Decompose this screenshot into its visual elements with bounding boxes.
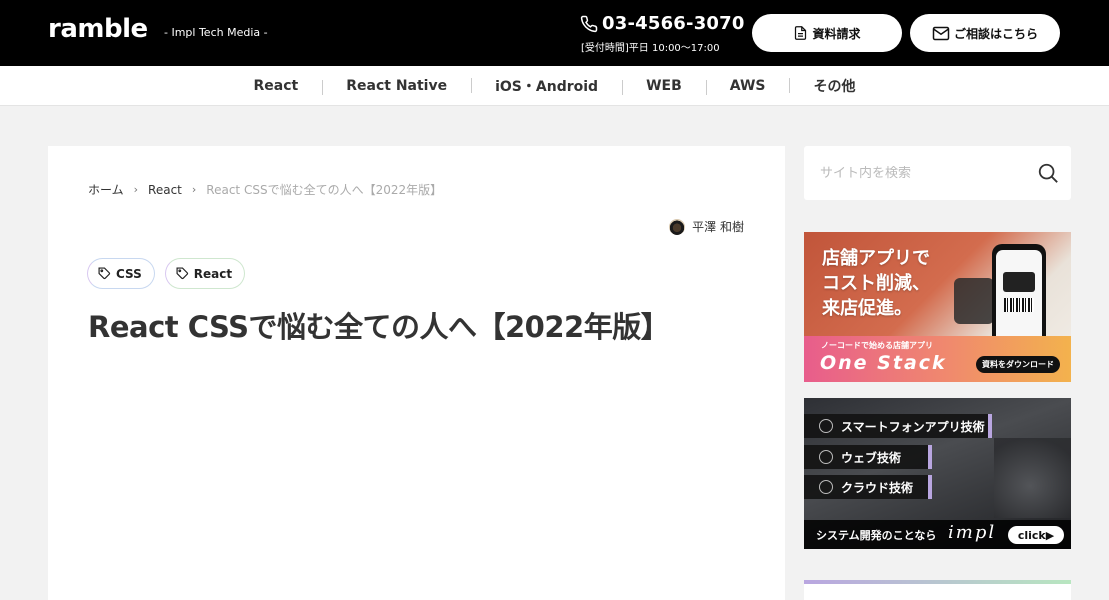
service-item-smartphone: スマートフォンアプリ技術 [804, 414, 992, 438]
breadcrumb: ホーム › React › React CSSで悩む全ての人へ【2022年版】 [88, 181, 442, 198]
request-docs-button[interactable]: 資料請求 [752, 14, 902, 52]
keyboard-photo [994, 438, 1071, 518]
search-icon[interactable] [1037, 162, 1059, 184]
widget-accent-bar [804, 580, 1071, 584]
search-box [804, 146, 1071, 200]
site-logo[interactable]: ramble [48, 14, 148, 44]
phone-number[interactable]: 03-4566-3070 [602, 13, 745, 34]
cloud-icon [819, 480, 833, 494]
nav-item-aws[interactable]: AWS [705, 78, 790, 95]
contact-button[interactable]: ご相談はこちら [910, 14, 1060, 52]
contact-label: ご相談はこちら [953, 26, 1038, 41]
search-input[interactable] [820, 165, 1020, 181]
tag-icon [176, 267, 188, 280]
sidebar-widget [804, 580, 1071, 600]
request-docs-label: 資料請求 [812, 26, 861, 41]
article-card: ホーム › React › React CSSで悩む全ての人へ【2022年版】 … [48, 146, 785, 600]
article-title: React CSSで悩む全ての人へ【2022年版】 [88, 310, 670, 344]
avatar [669, 218, 686, 235]
nav-item-web[interactable]: WEB [622, 78, 706, 95]
banner-headline: 店舗アプリで コスト削減、 来店促進。 [822, 248, 930, 319]
impl-logo: impl [948, 522, 997, 543]
impl-services-banner[interactable]: スマートフォンアプリ技術 ウェブ技術 クラウド技術 システム開発のことなら im… [804, 398, 1071, 549]
breadcrumb-home[interactable]: ホーム [88, 181, 124, 198]
tag-label: React [193, 266, 233, 281]
download-docs-button[interactable]: 資料をダウンロード [976, 356, 1060, 373]
document-icon [795, 26, 807, 40]
author-name: 平澤 和樹 [692, 220, 744, 234]
nav-item-react[interactable]: React [230, 78, 323, 94]
tag-label: CSS [116, 266, 142, 281]
business-hours: [受付時間]平日 10:00〜17:00 [581, 43, 720, 54]
nav-item-react-native[interactable]: React Native [322, 78, 471, 95]
category-nav: React React Native iOS・Android WEB AWS そ… [0, 66, 1109, 106]
tag-icon [98, 267, 111, 280]
site-tagline: - Impl Tech Media - [164, 26, 268, 39]
phone-contact: 03-4566-3070 [受付時間]平日 10:00〜17:00 [580, 13, 745, 54]
banner-brand: One Stack [820, 352, 947, 374]
gear-icon [819, 419, 833, 433]
tag-list: CSS React [87, 258, 255, 289]
nav-item-ios-android[interactable]: iOS・Android [471, 76, 622, 96]
phone-illustration [992, 244, 1046, 350]
banner-caption: システム開発のことなら [816, 529, 937, 542]
phone-icon [580, 15, 598, 32]
nav-item-other[interactable]: その他 [789, 76, 879, 96]
author[interactable]: 平澤 和樹 [669, 218, 744, 235]
tag-css[interactable]: CSS [87, 258, 155, 289]
mail-icon [932, 26, 950, 40]
web-icon [819, 450, 833, 464]
click-button[interactable]: click▶ [1008, 526, 1064, 544]
site-header: ramble - Impl Tech Media - 03-4566-3070 … [0, 0, 1109, 66]
chevron-right-icon: › [191, 183, 197, 196]
tag-react[interactable]: React [164, 258, 246, 289]
barcode-icon [1004, 298, 1034, 312]
breadcrumb-react[interactable]: React [148, 183, 182, 197]
onestack-banner[interactable]: 店舗アプリで コスト削減、 来店促進。 ノーコードで始める店舗アプリ One S… [804, 232, 1071, 382]
service-item-cloud: クラウド技術 [804, 475, 932, 499]
banner-subtext: ノーコードで始める店舗アプリ [821, 341, 933, 350]
phone-illustration [954, 278, 994, 324]
breadcrumb-current: React CSSで悩む全ての人へ【2022年版】 [206, 183, 443, 197]
service-item-web: ウェブ技術 [804, 445, 932, 469]
chevron-right-icon: › [133, 183, 139, 196]
